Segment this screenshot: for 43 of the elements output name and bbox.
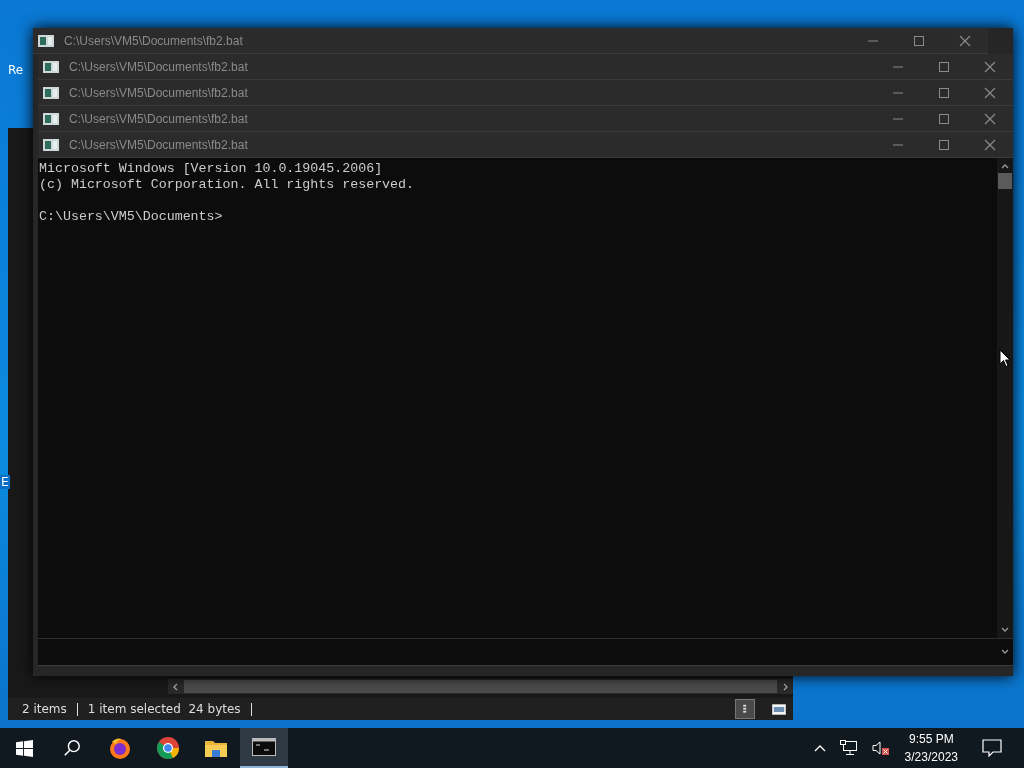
scroll-thumb[interactable] [998, 173, 1012, 189]
show-hidden-icons-icon[interactable] [813, 744, 826, 752]
console-text: Microsoft Windows [Version 10.0.19045.2006] [39, 161, 383, 177]
console-icon [43, 60, 59, 73]
search-icon [63, 739, 81, 757]
browser-icon [156, 736, 180, 760]
terminal-icon [252, 738, 276, 756]
window-title: C:\Users\VM5\Documents\fb2.bat [69, 85, 248, 100]
console-text: (c) Microsoft Corporation. All rights reserved. [39, 177, 415, 193]
console-icon [43, 138, 59, 151]
title-bar[interactable]: C:\Users\VM5\Documents\fb2.bat [38, 106, 1013, 132]
desktop-icon-label: Re [8, 63, 24, 77]
status-text: 1 item selected 24 bytes [87, 702, 241, 716]
title-bar[interactable]: C:\Users\VM5\Documents\fb2.bat [33, 28, 988, 54]
console-icon [43, 112, 59, 125]
title-bar[interactable]: C:\Users\VM5\Documents\fb2.bat [38, 54, 1013, 80]
title-bar[interactable]: C:\Users\VM5\Documents\fb2.bat [38, 80, 1013, 106]
window-title: C:\Users\VM5\Documents\fb2.bat [69, 59, 248, 74]
clock[interactable]: 9:55 PM 3/23/2023 [904, 730, 958, 766]
console-icon [43, 86, 59, 99]
network-icon[interactable] [839, 740, 858, 756]
notifications-icon[interactable] [982, 739, 1002, 757]
vertical-scrollbar[interactable] [997, 158, 1013, 638]
clock-time: 9:55 PM [908, 731, 954, 748]
details-list-icon [742, 703, 748, 715]
clock-date: 3/23/2023 [904, 749, 958, 766]
command-prompt[interactable]: C:\Users\VM5\Documents> [39, 209, 223, 225]
window-title: C:\Users\VM5\Documents\fb2.bat [64, 33, 243, 48]
title-bar[interactable]: C:\Users\VM5\Documents\fb2.bat [38, 132, 1013, 158]
folder-icon [204, 738, 228, 758]
horizontal-scrollbar[interactable] [168, 679, 793, 694]
console-icon [38, 34, 54, 47]
status-text: 2 items [22, 702, 67, 716]
windows-logo-icon [15, 739, 33, 757]
terminal-button[interactable] [240, 728, 288, 768]
window-title: C:\Users\VM5\Documents\fb2.bat [69, 111, 248, 126]
desktop-icon-label: E [0, 475, 10, 489]
fox-browser-icon [108, 736, 132, 760]
mouse-cursor-icon [999, 349, 1011, 368]
muted-speaker-icon[interactable] [871, 740, 890, 756]
window-title: C:\Users\VM5\Documents\fb2.bat [69, 137, 248, 152]
details-view-button[interactable] [735, 699, 755, 719]
picture-tiles-icon [772, 703, 786, 715]
